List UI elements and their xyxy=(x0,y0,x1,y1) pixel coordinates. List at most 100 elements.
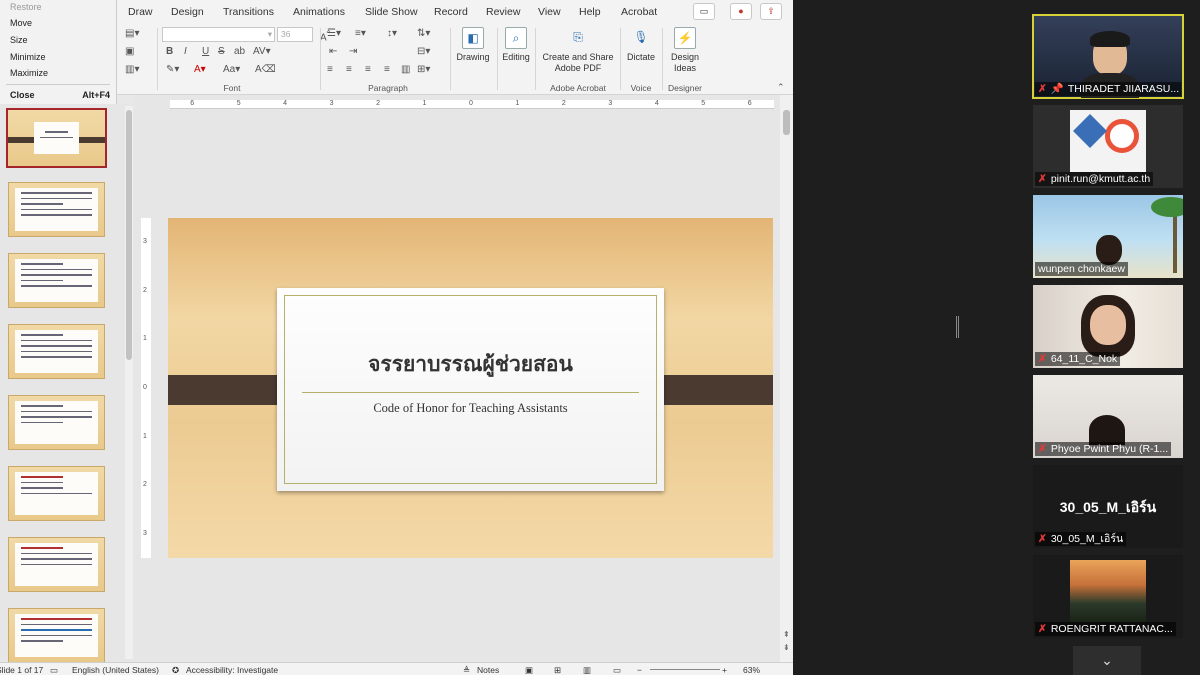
editing-button[interactable]: ⌕ Editing xyxy=(498,27,534,63)
tab-animations[interactable]: Animations xyxy=(293,6,345,18)
normal-view-icon[interactable]: ▣ xyxy=(525,665,533,675)
title-card: จรรยาบรรณผู้ช่วยสอน Code of Honor for Te… xyxy=(277,288,664,491)
share-button[interactable]: ⇪ xyxy=(760,3,782,20)
zoom-out-icon[interactable]: − xyxy=(637,665,642,675)
slide-thumbnail-8[interactable] xyxy=(8,608,105,663)
menu-item-close[interactable]: Close Alt+F4 xyxy=(10,90,110,100)
group-separator xyxy=(535,28,536,90)
participant-tile-2[interactable]: ✗ pinit.run@kmutt.ac.th xyxy=(1033,105,1183,188)
menu-item-size[interactable]: Size xyxy=(10,35,110,45)
zoom-level[interactable]: 63% xyxy=(743,665,760,675)
bold-icon[interactable]: B xyxy=(166,46,173,57)
slideshow-icon[interactable]: ▭ xyxy=(613,665,621,675)
align-text-icon[interactable]: ⊟▾ xyxy=(417,46,430,57)
scrollbar-thumb[interactable] xyxy=(783,110,790,135)
slide-sorter-icon[interactable]: ⊞ xyxy=(554,665,561,675)
reset-icon[interactable]: ▣ xyxy=(125,46,134,57)
columns-icon[interactable]: ▥ xyxy=(401,64,410,75)
align-center-icon[interactable]: ≡ xyxy=(346,64,352,75)
slide-thumbnail-pane xyxy=(0,104,135,663)
participant-tile-5[interactable]: ✗ Phyoe Pwint Phyu (R-1... xyxy=(1033,375,1183,458)
slide-thumbnail-3[interactable] xyxy=(8,253,105,308)
font-color-icon[interactable]: A▾ xyxy=(194,64,206,75)
slide-thumbnail-4[interactable] xyxy=(8,324,105,379)
tab-transitions[interactable]: Transitions xyxy=(223,6,274,18)
spell-check-icon[interactable]: ▭ xyxy=(50,665,58,675)
spacing-icon[interactable]: AV▾ xyxy=(253,46,271,57)
zoom-in-icon[interactable]: + xyxy=(722,665,727,675)
line-spacing-icon[interactable]: ↕▾ xyxy=(387,28,397,39)
participant-tile-6[interactable]: 30_05_M_เอิร์น ✗ 30_05_M_เอิร์น xyxy=(1033,465,1183,548)
justify-icon[interactable]: ≡ xyxy=(384,64,390,75)
italic-icon[interactable]: I xyxy=(184,46,187,57)
notes-button[interactable]: Notes xyxy=(477,665,499,675)
record-button[interactable]: ● xyxy=(730,3,752,20)
tab-view[interactable]: View xyxy=(538,6,561,18)
tab-help[interactable]: Help xyxy=(579,6,601,18)
tab-acrobat[interactable]: Acrobat xyxy=(621,6,657,18)
scroll-down-button[interactable]: ⌄ xyxy=(1073,646,1141,675)
create-share-pdf-button[interactable]: ⎘ Create and Share Adobe PDF xyxy=(538,27,618,74)
highlight-icon[interactable]: ✎▾ xyxy=(166,64,179,75)
participant-tile-3[interactable]: wunpen chonkaew xyxy=(1033,195,1183,278)
slide-title[interactable]: จรรยาบรรณผู้ช่วยสอน xyxy=(277,348,664,381)
strikethrough-icon[interactable]: S xyxy=(218,46,225,57)
participant-tile-4[interactable]: ✗ 64_11_C_Nok xyxy=(1033,285,1183,368)
scrollbar-thumb[interactable] xyxy=(126,110,132,360)
font-name-field[interactable]: ▾ xyxy=(162,27,275,42)
participant-tile-1[interactable]: ✗ 📌 THIRADET JIIARASU... xyxy=(1032,14,1184,99)
slide-thumbnail-5[interactable] xyxy=(8,395,105,450)
numbering-icon[interactable]: ≡▾ xyxy=(355,28,366,39)
participant-name: ✗ Phyoe Pwint Phyu (R-1... xyxy=(1035,442,1172,456)
slide-thumbnail-2[interactable] xyxy=(8,182,105,237)
tab-design[interactable]: Design xyxy=(171,6,204,18)
slide-subtitle[interactable]: Code of Honor for Teaching Assistants xyxy=(277,401,664,416)
smartart-icon[interactable]: ⊞▾ xyxy=(417,64,430,75)
comments-button[interactable]: ▭ xyxy=(693,3,715,20)
underline-icon[interactable]: U xyxy=(202,46,209,57)
zoom-slider[interactable] xyxy=(650,669,720,670)
bullets-icon[interactable]: ☰▾ xyxy=(327,28,341,39)
next-slide-icon[interactable]: ⇟ xyxy=(783,643,790,652)
ruler-tick-label: 3 xyxy=(329,100,334,107)
align-left-icon[interactable]: ≡ xyxy=(327,64,333,75)
slide-thumbnail-6[interactable] xyxy=(8,466,105,521)
text-direction-icon[interactable]: ⇅▾ xyxy=(417,28,430,39)
design-ideas-button[interactable]: ⚡ Design Ideas xyxy=(665,27,705,74)
slide-canvas[interactable]: จรรยาบรรณผู้ช่วยสอน Code of Honor for Te… xyxy=(168,218,773,558)
tab-draw[interactable]: Draw xyxy=(128,6,153,18)
participant-tile-7[interactable]: ✗ ROENGRIT RATTANAC... xyxy=(1033,555,1183,638)
tab-slide-show[interactable]: Slide Show xyxy=(365,6,418,18)
notes-icon: ≜ xyxy=(463,665,471,675)
editor-scrollbar[interactable]: ⇞ ⇟ xyxy=(780,95,793,662)
collapse-ribbon-icon[interactable]: ⌃ xyxy=(777,82,785,93)
font-size-field[interactable]: 36 xyxy=(277,27,313,42)
change-case-icon[interactable]: Aa▾ xyxy=(223,64,240,75)
menu-item-move[interactable]: Move xyxy=(10,18,110,28)
menu-item-maximize[interactable]: Maximize xyxy=(10,68,110,78)
ruler-tick-label: 0 xyxy=(143,384,147,391)
align-right-icon[interactable]: ≡ xyxy=(365,64,371,75)
reading-view-icon[interactable]: ▥ xyxy=(583,665,591,675)
shadow-icon[interactable]: ab xyxy=(234,46,245,57)
layout-icon[interactable]: ▤▾ xyxy=(125,28,139,39)
resize-handle[interactable] xyxy=(956,316,959,338)
language-indicator[interactable]: English (United States) xyxy=(72,665,159,675)
tab-record[interactable]: Record xyxy=(434,6,468,18)
ruler-tick-label: 4 xyxy=(654,100,659,107)
section-icon[interactable]: ▥▾ xyxy=(125,64,139,75)
increase-indent-icon[interactable]: ⇥ xyxy=(349,46,357,57)
accessibility-status[interactable]: Accessibility: Investigate xyxy=(186,665,278,675)
menu-item-minimize[interactable]: Minimize xyxy=(10,52,110,62)
decrease-indent-icon[interactable]: ⇤ xyxy=(329,46,337,57)
drawing-button[interactable]: ◧ Drawing xyxy=(453,27,493,63)
drawing-label: Drawing xyxy=(456,52,490,62)
clear-format-icon[interactable]: A⌫ xyxy=(255,64,276,75)
tab-review[interactable]: Review xyxy=(486,6,520,18)
slide-thumbnail-1[interactable] xyxy=(6,108,107,168)
share-icon: ⇪ xyxy=(767,6,775,16)
slide-thumbnail-7[interactable] xyxy=(8,537,105,592)
previous-slide-icon[interactable]: ⇞ xyxy=(783,630,790,639)
thumbnail-scrollbar[interactable] xyxy=(125,106,133,659)
dictate-button[interactable]: 🎙 Dictate xyxy=(623,27,659,63)
